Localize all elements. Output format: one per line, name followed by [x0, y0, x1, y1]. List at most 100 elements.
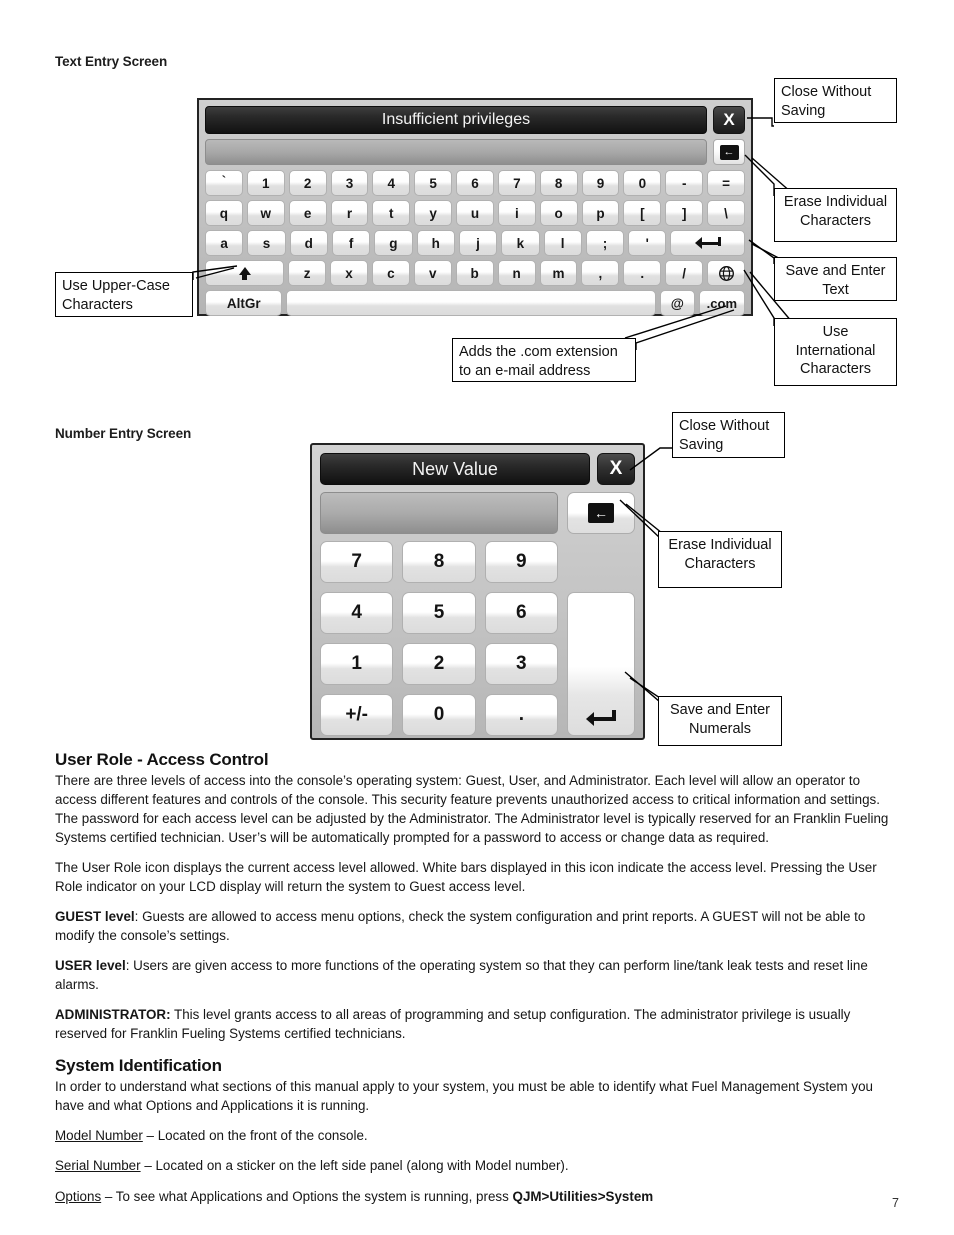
user-role-paragraph-1: There are three levels of access into th…: [55, 773, 889, 846]
key-6[interactable]: 6: [456, 170, 494, 196]
key-o[interactable]: o: [539, 200, 578, 226]
callout-line: Characters: [62, 296, 133, 313]
key-v[interactable]: v: [413, 260, 452, 286]
text-entry-keyboard[interactable]: Insufficient privileges X ← ` 1 2 3 4 5 …: [197, 98, 753, 316]
key-period[interactable]: .: [623, 260, 662, 286]
enter-button[interactable]: [670, 230, 746, 256]
key-t[interactable]: t: [372, 200, 411, 226]
numpad-key-1[interactable]: 1: [320, 643, 394, 685]
close-button[interactable]: X: [597, 453, 635, 485]
backspace-button[interactable]: ←: [567, 492, 635, 534]
user-level-label: USER level: [55, 958, 126, 974]
key-w[interactable]: w: [246, 200, 285, 226]
number-input-field[interactable]: [320, 492, 558, 534]
key-backslash[interactable]: \: [707, 200, 745, 226]
key-comma[interactable]: ,: [581, 260, 620, 286]
key-m[interactable]: m: [539, 260, 578, 286]
numpad-key-5[interactable]: 5: [402, 592, 476, 634]
close-button[interactable]: X: [713, 106, 745, 134]
numpad-key-decimal[interactable]: .: [484, 694, 558, 736]
key-7[interactable]: 7: [497, 170, 536, 196]
altgr-button[interactable]: AltGr: [205, 290, 283, 316]
callout-line: Use: [822, 324, 849, 340]
key-slash[interactable]: /: [665, 260, 704, 286]
key-n[interactable]: n: [497, 260, 536, 286]
key-equals[interactable]: =: [707, 170, 745, 196]
key-e[interactable]: e: [288, 200, 327, 226]
key-9[interactable]: 9: [581, 170, 620, 196]
numpad-key-grid: 7 8 9 4 5 6 1 2 3 +/- 0 .: [320, 541, 558, 736]
numpad-key-3[interactable]: 3: [484, 643, 558, 685]
callout-close-without-saving-number: Close Without Saving: [672, 412, 785, 458]
key-s[interactable]: s: [247, 230, 286, 256]
numpad-key-2[interactable]: 2: [402, 643, 476, 685]
key-h[interactable]: h: [416, 230, 455, 256]
dotcom-button[interactable]: .com: [698, 290, 745, 316]
key-1[interactable]: 1: [246, 170, 285, 196]
key-l[interactable]: l: [543, 230, 582, 256]
callout-line: to an e-mail address: [459, 362, 591, 379]
key-x[interactable]: x: [330, 260, 368, 286]
key-k[interactable]: k: [501, 230, 540, 256]
user-level-text: : Users are given access to more functio…: [55, 958, 868, 993]
guest-level-text: : Guests are allowed to access menu opti…: [55, 909, 866, 944]
spacebar-button[interactable]: [286, 290, 656, 316]
key-j[interactable]: j: [458, 230, 498, 256]
backspace-button[interactable]: ←: [713, 139, 745, 165]
model-number-text: – Located on the front of the console.: [142, 1128, 368, 1144]
numpad-key-plus-minus[interactable]: +/-: [320, 694, 394, 736]
key-c[interactable]: c: [371, 260, 410, 286]
key-y[interactable]: y: [414, 200, 453, 226]
callout-line: Erase Individual: [783, 194, 888, 210]
callout-line: Characters: [800, 361, 871, 378]
callout-line: Close Without: [679, 418, 770, 434]
system-identification-paragraph-1: In order to understand what sections of …: [55, 1079, 873, 1114]
key-0[interactable]: 0: [623, 170, 662, 196]
key-g[interactable]: g: [374, 230, 413, 256]
callout-use-upper-case-characters: Use Upper-Case Characters: [55, 272, 193, 317]
key-d[interactable]: d: [289, 230, 328, 256]
enter-button[interactable]: [567, 592, 635, 736]
keyboard-title: Insufficient privileges: [205, 106, 707, 134]
options-label: Options: [55, 1188, 102, 1204]
international-characters-button[interactable]: [707, 260, 745, 286]
key-bracket-left[interactable]: [: [623, 200, 662, 226]
numpad-key-6[interactable]: 6: [484, 592, 558, 634]
key-5[interactable]: 5: [414, 170, 453, 196]
at-sign-button[interactable]: @: [659, 290, 695, 316]
backspace-left-arrow-icon: ←: [719, 144, 739, 160]
numpad-key-4[interactable]: 4: [320, 592, 394, 634]
key-3[interactable]: 3: [330, 170, 369, 196]
key-z[interactable]: z: [288, 260, 327, 286]
administrator-level-label: ADMINISTRATOR:: [55, 1007, 171, 1023]
key-8[interactable]: 8: [539, 170, 578, 196]
key-backtick[interactable]: `: [205, 170, 243, 196]
key-i[interactable]: i: [497, 200, 536, 226]
keyboard-row-qwerty: q w e r t y u i o p [ ] \: [205, 200, 745, 226]
key-f[interactable]: f: [331, 230, 371, 256]
numpad-key-8[interactable]: 8: [402, 541, 476, 583]
numpad-key-7[interactable]: 7: [320, 541, 394, 583]
callout-adds-dotcom-extension: Adds the .com extension to an e-mail add…: [452, 338, 636, 382]
key-b[interactable]: b: [455, 260, 494, 286]
key-bracket-right[interactable]: ]: [665, 200, 704, 226]
callout-line: Adds the .com extension: [459, 344, 618, 360]
key-2[interactable]: 2: [288, 170, 327, 196]
key-a[interactable]: a: [205, 230, 244, 256]
key-4[interactable]: 4: [372, 170, 411, 196]
key-q[interactable]: q: [205, 200, 243, 226]
numpad-key-9[interactable]: 9: [484, 541, 558, 583]
backspace-left-arrow-icon: ←: [588, 503, 614, 523]
key-p[interactable]: p: [581, 200, 620, 226]
number-entry-keypad[interactable]: New Value X ← 7 8 9 4 5 6 1 2 3 +/- 0 .: [310, 443, 645, 740]
key-apostrophe[interactable]: ': [628, 230, 667, 256]
key-u[interactable]: u: [456, 200, 494, 226]
callout-line: Use Upper-Case: [62, 278, 170, 294]
text-input-field[interactable]: [205, 139, 707, 165]
shift-up-arrow-icon[interactable]: [205, 260, 285, 286]
key-semicolon[interactable]: ;: [585, 230, 625, 256]
numpad-key-0[interactable]: 0: [402, 694, 476, 736]
key-r[interactable]: r: [330, 200, 369, 226]
system-identification-heading: System Identification: [55, 1056, 222, 1076]
key-minus[interactable]: -: [665, 170, 704, 196]
